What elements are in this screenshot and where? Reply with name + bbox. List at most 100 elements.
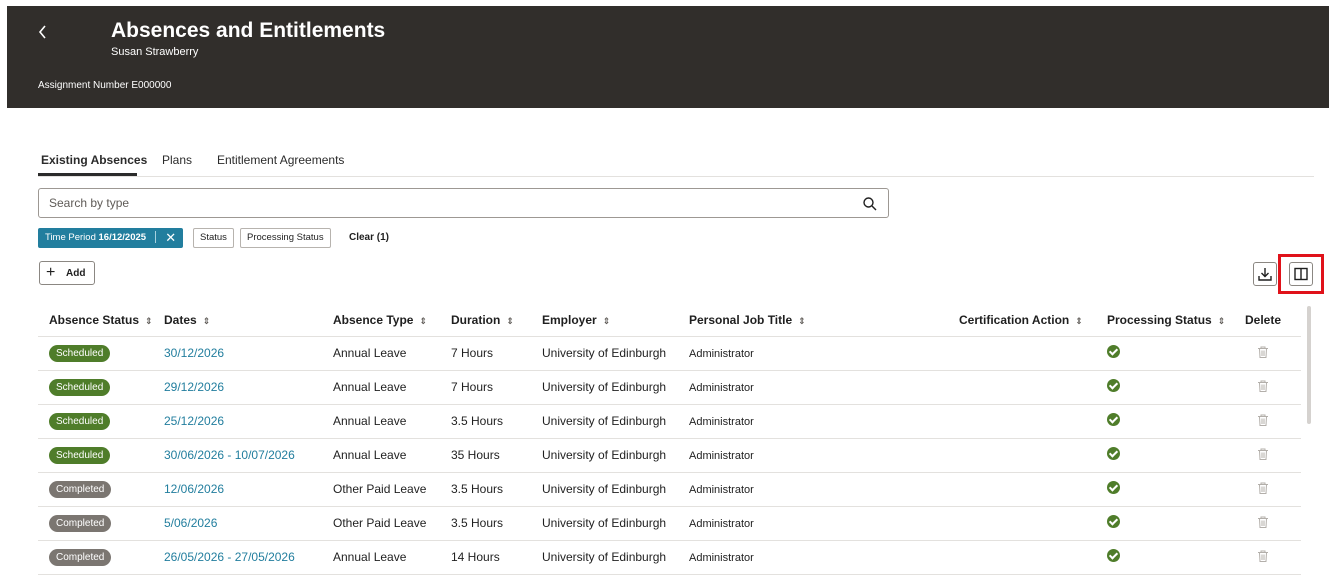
absences-table: Absence Status ⇕ Dates ⇕ Absence Type ⇕ Dur… xyxy=(38,304,1301,575)
status-badge: Completed xyxy=(49,480,112,498)
trash-icon[interactable] xyxy=(1256,481,1270,495)
job-title: Administrator xyxy=(689,382,754,394)
absence-dates-link[interactable]: 26/05/2026 - 27/05/2026 xyxy=(164,550,295,564)
status-badge: Scheduled xyxy=(49,378,111,396)
employer: University of Edinburgh xyxy=(542,336,689,371)
column-header-processing-status[interactable]: Processing Status ⇕ xyxy=(1107,304,1245,337)
check-circle-icon xyxy=(1107,379,1120,392)
absence-dates-link[interactable]: 30/12/2026 xyxy=(164,346,224,360)
trash-icon[interactable] xyxy=(1256,515,1270,529)
column-header-dates[interactable]: Dates ⇕ xyxy=(164,304,333,337)
certification-action xyxy=(959,438,1107,473)
certification-action xyxy=(959,404,1107,439)
filter-chip-processing-status[interactable]: Processing Status xyxy=(240,228,331,248)
clear-filters-link[interactable]: Clear (1) xyxy=(349,232,389,243)
job-title: Administrator xyxy=(689,416,754,428)
trash-icon[interactable] xyxy=(1256,413,1270,427)
status-badge: Completed xyxy=(49,548,112,566)
absence-dates-link[interactable]: 30/06/2026 - 10/07/2026 xyxy=(164,448,295,462)
status-badge: Completed xyxy=(49,514,112,532)
column-header-duration[interactable]: Duration ⇕ xyxy=(451,304,542,337)
sort-icon: ⇕ xyxy=(202,315,211,326)
chip-divider xyxy=(154,231,156,244)
absence-type: Other Paid Leave xyxy=(333,506,451,541)
page-title: Absences and Entitlements xyxy=(111,19,386,42)
trash-icon[interactable] xyxy=(1256,447,1270,461)
page-subtitle: Susan Strawberry xyxy=(111,46,199,58)
close-icon[interactable]: ✕ xyxy=(164,231,178,245)
add-button[interactable]: + Add xyxy=(39,261,95,285)
absence-type: Annual Leave xyxy=(333,438,451,473)
table-row: Scheduled 30/12/2026 Annual Leave 7 Hour… xyxy=(38,336,1301,371)
column-header-absence-status[interactable]: Absence Status ⇕ xyxy=(38,304,164,337)
job-title: Administrator xyxy=(689,552,754,564)
sort-icon: ⇕ xyxy=(798,315,806,326)
check-circle-icon xyxy=(1107,481,1120,494)
absence-dates-link[interactable]: 5/06/2026 xyxy=(164,516,217,530)
filter-chip-value: 16/12/2025 xyxy=(98,232,147,243)
check-circle-icon xyxy=(1107,413,1120,426)
assignment-number: Assignment Number E000000 xyxy=(38,80,172,91)
trash-icon[interactable] xyxy=(1256,379,1270,393)
absence-type: Annual Leave xyxy=(333,404,451,439)
employer: University of Edinburgh xyxy=(542,506,689,541)
sort-icon: ⇕ xyxy=(506,315,514,326)
absence-duration: 7 Hours xyxy=(451,370,542,405)
column-header-employer[interactable]: Employer ⇕ xyxy=(542,304,689,337)
tab-existing-absences[interactable]: Existing Absences xyxy=(41,153,147,167)
status-badge: Scheduled xyxy=(49,412,111,430)
absence-type: Annual Leave xyxy=(333,370,451,405)
absence-duration: 3.5 Hours xyxy=(451,506,542,541)
tab-bar: Existing Absences Plans Entitlement Agre… xyxy=(38,145,1314,177)
absence-dates-link[interactable]: 12/06/2026 xyxy=(164,482,224,496)
plus-icon: + xyxy=(46,264,56,281)
absence-type: Annual Leave xyxy=(333,336,451,371)
absence-duration: 35 Hours xyxy=(451,438,542,473)
download-icon xyxy=(1258,268,1272,281)
certification-action xyxy=(959,472,1107,507)
download-button[interactable] xyxy=(1253,262,1277,286)
absence-duration: 7 Hours xyxy=(451,336,542,371)
certification-action xyxy=(959,540,1107,575)
add-button-label: Add xyxy=(66,268,86,279)
sort-icon: ⇕ xyxy=(1217,315,1226,326)
absence-type: Other Paid Leave xyxy=(333,472,451,507)
trash-icon[interactable] xyxy=(1256,345,1270,359)
column-header-certification-action[interactable]: Certification Action ⇕ xyxy=(959,304,1107,337)
table-header-row: Absence Status ⇕ Dates ⇕ Absence Type ⇕ Dur… xyxy=(38,304,1301,337)
absence-duration: 3.5 Hours xyxy=(451,472,542,507)
absence-dates-link[interactable]: 29/12/2026 xyxy=(164,380,224,394)
check-circle-icon xyxy=(1107,345,1120,358)
absence-dates-link[interactable]: 25/12/2026 xyxy=(164,414,224,428)
status-badge: Scheduled xyxy=(49,344,111,362)
employer: University of Edinburgh xyxy=(542,370,689,405)
trash-icon[interactable] xyxy=(1256,549,1270,563)
active-tab-indicator xyxy=(38,173,137,176)
job-title: Administrator xyxy=(689,450,754,462)
certification-action xyxy=(959,336,1107,371)
chevron-left-icon xyxy=(38,25,46,39)
table-scrollbar[interactable] xyxy=(1307,306,1311,424)
filter-chip-time-period[interactable]: Time Period 16/12/2025 ✕ xyxy=(38,228,183,248)
column-header-absence-type[interactable]: Absence Type ⇕ xyxy=(333,304,451,337)
tab-plans[interactable]: Plans xyxy=(162,153,192,167)
highlight-annotation xyxy=(1278,254,1324,294)
check-circle-icon xyxy=(1107,549,1120,562)
column-header-personal-job-title[interactable]: Personal Job Title ⇕ xyxy=(689,304,959,337)
column-header-delete: Delete xyxy=(1245,304,1301,337)
job-title: Administrator xyxy=(689,484,754,496)
table-row: Scheduled 29/12/2026 Annual Leave 7 Hour… xyxy=(38,370,1301,405)
back-button[interactable] xyxy=(37,20,57,44)
table-row: Completed 12/06/2026 Other Paid Leave 3.… xyxy=(38,472,1301,507)
filter-chip-status[interactable]: Status xyxy=(193,228,234,248)
employer: University of Edinburgh xyxy=(542,404,689,439)
sort-icon: ⇕ xyxy=(419,315,428,326)
page-header: Absences and Entitlements Susan Strawber… xyxy=(7,6,1329,108)
absence-duration: 3.5 Hours xyxy=(451,404,542,439)
check-circle-icon xyxy=(1107,447,1120,460)
sort-icon: ⇕ xyxy=(1075,315,1083,326)
tab-entitlement-agreements[interactable]: Entitlement Agreements xyxy=(217,153,344,167)
search-icon[interactable] xyxy=(861,195,879,213)
search-input[interactable] xyxy=(49,189,829,217)
check-circle-icon xyxy=(1107,515,1120,528)
